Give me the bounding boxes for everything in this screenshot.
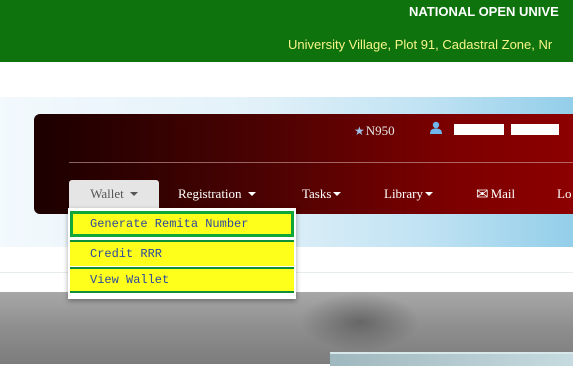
user-id-redacted <box>511 123 559 135</box>
nav-mail-label: Mail <box>490 186 516 201</box>
site-header: NATIONAL OPEN UNIVE University Village, … <box>0 0 573 62</box>
photo-shadow <box>300 292 420 352</box>
chevron-down-icon <box>129 192 138 196</box>
nav-wallet[interactable]: Wallet <box>69 180 159 208</box>
wallet-balance[interactable]: ★ N950 <box>354 123 395 139</box>
institution-address: University Village, Plot 91, Cadastral Z… <box>288 37 553 52</box>
menu-item-generate-remita-number[interactable]: Generate Remita Number <box>70 211 294 237</box>
panel-divider <box>69 162 573 163</box>
nav-logout[interactable]: Lo <box>557 180 571 208</box>
menu-item-credit-rrr[interactable]: Credit RRR <box>70 240 294 266</box>
nav-mail[interactable]: ✉ Mail <box>476 180 515 208</box>
nav-registration[interactable]: Registration <box>178 180 256 208</box>
chevron-down-icon <box>333 192 342 196</box>
institution-title: NATIONAL OPEN UNIVE <box>409 4 559 19</box>
wallet-dropdown-menu: Generate Remita Number Credit RRR View W… <box>68 208 296 299</box>
nav-tasks-label: Tasks <box>302 186 332 201</box>
nav-wallet-label: Wallet <box>90 186 124 201</box>
chevron-down-icon <box>424 192 433 196</box>
user-icon <box>430 121 442 137</box>
nav-logout-label: Lo <box>557 186 572 201</box>
nav-tasks[interactable]: Tasks <box>302 180 342 208</box>
student-nav-panel: ★ N950 Wallet Registration Tasks Library… <box>34 114 573 214</box>
nav-library[interactable]: Library <box>384 180 433 208</box>
background-photo <box>0 292 573 366</box>
wallet-balance-value: N950 <box>365 123 395 138</box>
money-icon: ★ <box>354 123 365 138</box>
menu-item-view-wallet[interactable]: View Wallet <box>70 267 294 293</box>
nav-registration-label: Registration <box>178 186 242 201</box>
chevron-down-icon <box>247 192 256 196</box>
envelope-icon: ✉ <box>476 186 489 203</box>
user-account[interactable] <box>430 121 559 137</box>
nav-library-label: Library <box>384 186 423 201</box>
user-icon-graphic <box>430 121 442 134</box>
user-name-redacted <box>454 123 504 135</box>
